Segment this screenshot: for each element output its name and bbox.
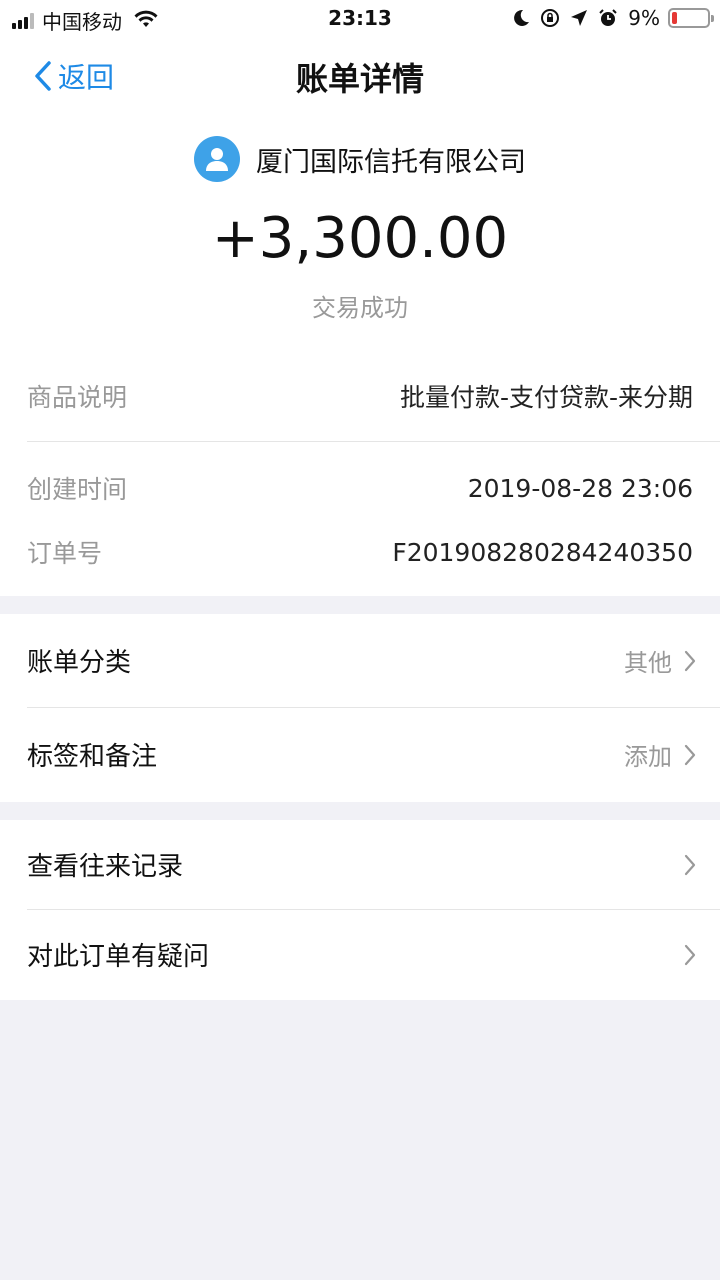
payee-name: 厦门国际信托有限公司: [256, 146, 526, 178]
chevron-right-icon: [684, 854, 696, 875]
created-value: 2019-08-28 23:06: [467, 473, 693, 503]
avatar: [194, 136, 240, 182]
product-row: 商品说明 批量付款-支付贷款-来分期: [27, 378, 693, 414]
tags-value: 添加: [624, 743, 672, 771]
question-row[interactable]: 对此订单有疑问: [27, 936, 696, 973]
moon-icon: [512, 9, 530, 27]
battery-level: [672, 12, 677, 24]
status-right-group: 9%: [502, 6, 714, 30]
question-label: 对此订单有疑问: [27, 942, 210, 972]
battery-icon: [668, 8, 714, 28]
category-value: 其他: [624, 649, 672, 677]
chevron-right-icon: [684, 944, 696, 965]
divider: [27, 441, 720, 442]
tags-row[interactable]: 标签和备注 添加: [27, 736, 696, 773]
created-label: 创建时间: [27, 475, 128, 504]
settings-group: 账单分类 其他 标签和备注 添加: [0, 614, 720, 802]
transaction-summary: 厦门国际信托有限公司 +3,300.00 交易成功: [0, 110, 720, 348]
divider: [27, 707, 720, 708]
product-label: 商品说明: [27, 383, 128, 412]
chevron-right-icon: [684, 744, 696, 765]
history-label: 查看往来记录: [27, 852, 184, 882]
category-row[interactable]: 账单分类 其他: [27, 642, 696, 679]
alarm-icon: [598, 8, 618, 28]
nav-bar: 返回 账单详情: [0, 38, 720, 110]
page-title: 账单详情: [295, 60, 424, 98]
battery-percent: 9%: [628, 6, 660, 30]
order-number: F201908280284240350: [392, 537, 693, 567]
divider: [27, 909, 720, 910]
location-icon: [570, 9, 588, 27]
transaction-status: 交易成功: [312, 294, 408, 322]
details-section: 商品说明 批量付款-支付贷款-来分期 创建时间 2019-08-28 23:06…: [0, 348, 720, 596]
payee: 厦门国际信托有限公司: [0, 136, 720, 182]
chevron-right-icon: [684, 650, 696, 671]
user-icon: [206, 148, 228, 171]
actions-group: 查看往来记录 对此订单有疑问: [0, 820, 720, 1000]
status-bar: 中国移动 23:13 9%: [0, 0, 720, 38]
product-value: 批量付款-支付贷款-来分期: [399, 383, 693, 412]
history-row[interactable]: 查看往来记录: [27, 846, 696, 883]
order-label: 订单号: [27, 539, 103, 568]
category-label: 账单分类: [27, 648, 132, 678]
amount: +3,300.00: [211, 206, 509, 271]
created-row: 创建时间 2019-08-28 23:06: [27, 470, 693, 506]
rotation-lock-icon: [540, 8, 560, 28]
order-row: 订单号 F201908280284240350: [27, 534, 693, 570]
tags-label: 标签和备注: [27, 742, 158, 772]
